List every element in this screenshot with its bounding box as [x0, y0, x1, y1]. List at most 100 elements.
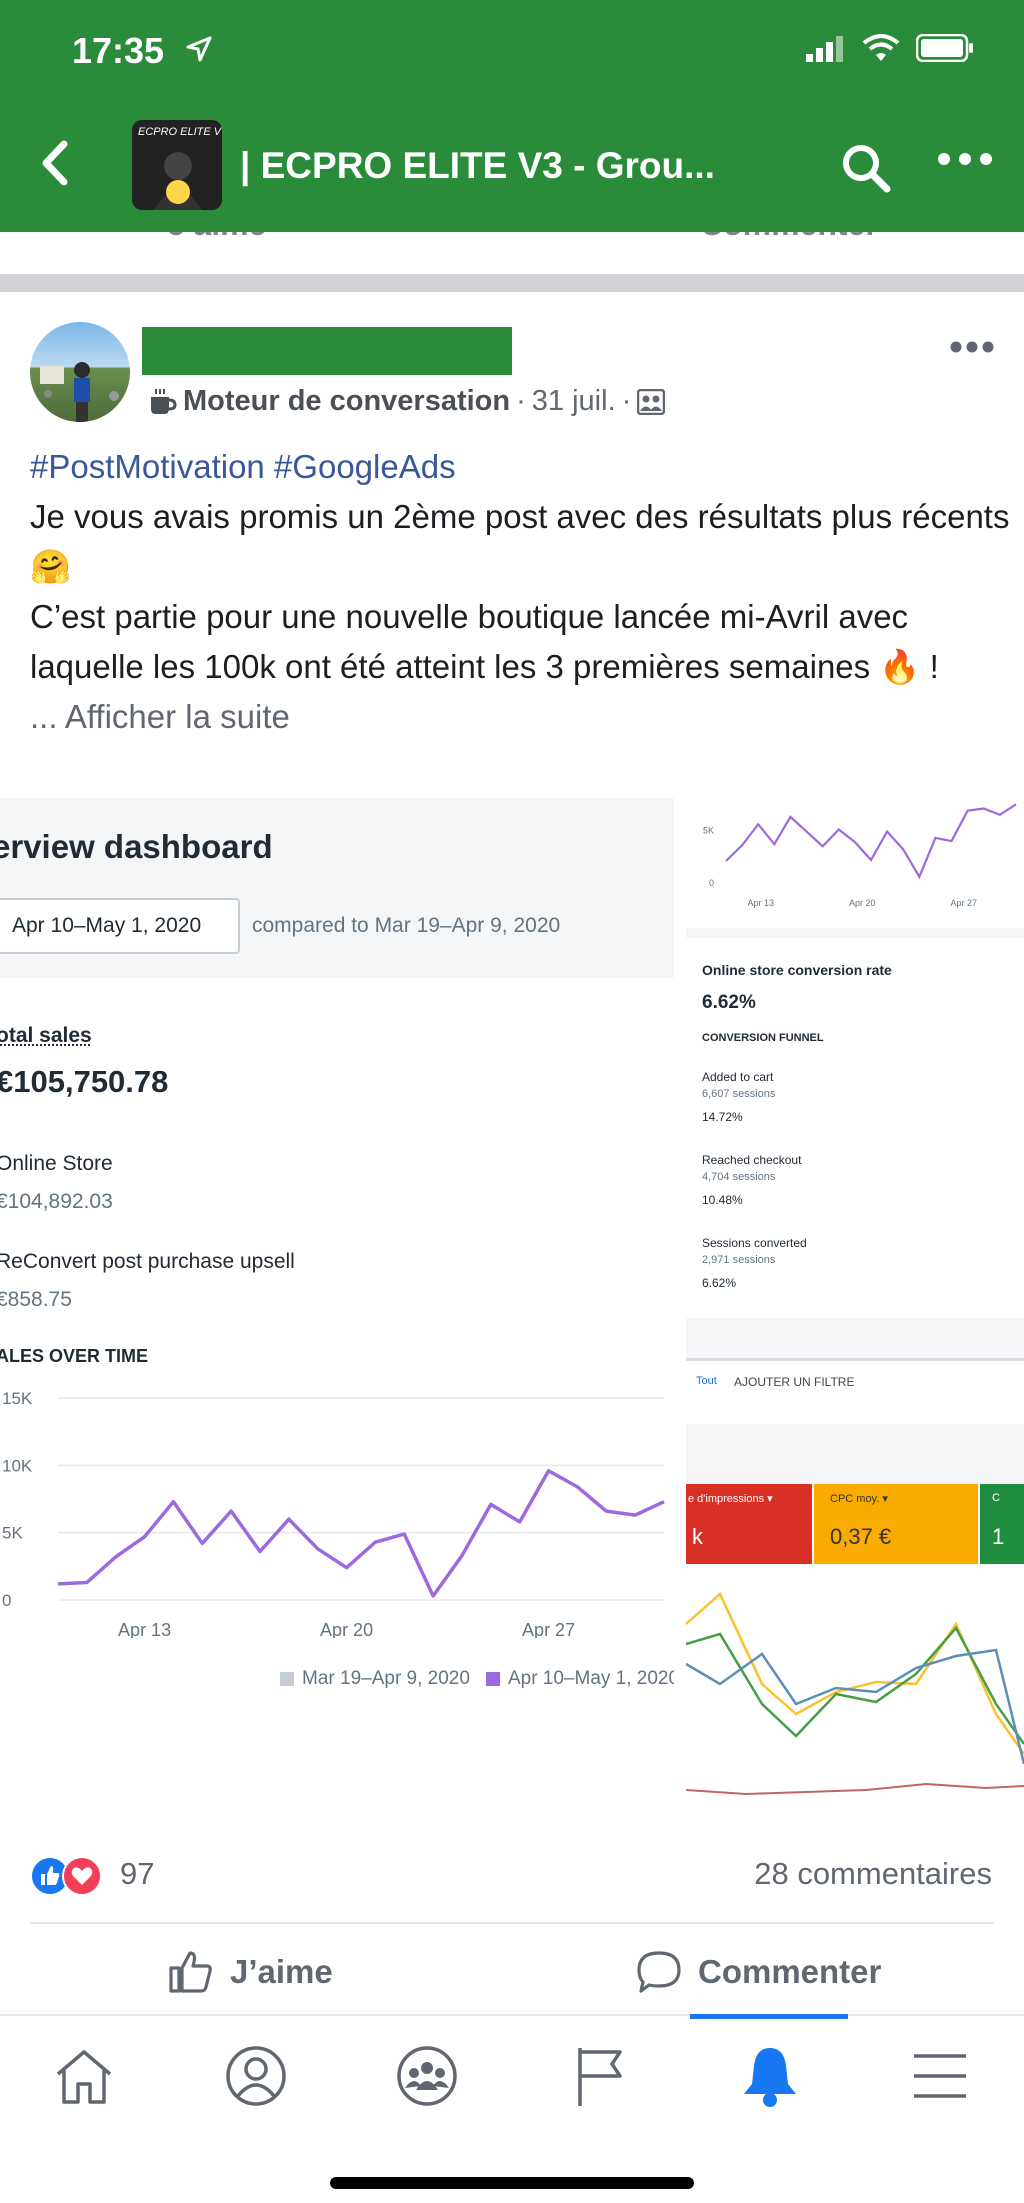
post-body: #PostMotivation #GoogleAds Je vous avais…	[30, 442, 1010, 742]
ads-series-blue	[686, 1648, 1024, 1765]
y-tick-label: 15K	[2, 1389, 33, 1408]
ads-series-yellow	[686, 1591, 1024, 1755]
mini-y-tick-label: 5K	[703, 826, 714, 836]
post-line-2: C’est partie pour une nouvelle boutique …	[30, 598, 939, 685]
signal-icon	[806, 36, 843, 62]
actions-divider	[30, 1922, 994, 1924]
home-icon	[56, 2050, 112, 2104]
legend-prev-label: Mar 19–Apr 9, 2020	[302, 1668, 470, 1689]
active-tab-indicator	[690, 2014, 848, 2019]
x-tick-label: Apr 20	[320, 1620, 373, 1638]
funnel-step-pct: 6.62%	[702, 1276, 737, 1290]
app-header: 17:35 ECPRO ELITE V | ECPRO ELITE V3 - G…	[0, 0, 1024, 232]
reaction-icons[interactable]	[30, 1856, 102, 1896]
post-hashtags[interactable]: #PostMotivation #GoogleAds	[30, 442, 1010, 492]
comment-bubble-icon	[637, 1951, 681, 1993]
reconvert-label: ReConvert post purchase upsell	[0, 1250, 295, 1273]
x-tick-label: Apr 13	[118, 1620, 171, 1638]
third-metric-tile[interactable]: C 1	[980, 1484, 1024, 1564]
tab-home[interactable]	[44, 2036, 124, 2116]
third-metric-value: 1	[992, 1524, 1005, 1549]
sales-over-time-chart: 0 5K 10K 15K Apr 13 Apr 20 Apr 27	[2, 1389, 665, 1638]
previous-post-actions: J'aime Commenter	[0, 232, 1024, 266]
mini-chart-panel: 0 5K Apr 13 Apr 20 Apr 27	[686, 798, 1024, 928]
tab-notifications[interactable]	[730, 2036, 810, 2116]
post-date[interactable]: 31 juil.	[532, 385, 616, 418]
sales-over-time-title: ALES OVER TIME	[0, 1346, 149, 1366]
see-more-link[interactable]: ... Afficher la suite	[30, 692, 1010, 742]
more-options-icon[interactable]	[937, 152, 993, 166]
author-name-redacted	[142, 327, 512, 375]
battery-icon	[916, 34, 973, 62]
bottom-tab-bar	[0, 2014, 1024, 2130]
funnel-step-label: Reached checkout	[702, 1153, 802, 1167]
post-line-1: Je vous avais promis un 2ème post avec d…	[30, 498, 1010, 585]
online-store-value: €104,892.03	[0, 1190, 113, 1213]
funnel-step-pct: 14.72%	[702, 1110, 743, 1124]
tab-pages[interactable]	[560, 2036, 640, 2116]
mini-x-tick-label: Apr 13	[748, 898, 775, 908]
dashboard-header: erview dashboard Apr 10–May 1, 2020 comp…	[0, 798, 674, 978]
impressions-label: e d'impressions ▾	[688, 1493, 773, 1505]
group-audience-icon	[637, 388, 666, 415]
comment-label: Commenter	[698, 1953, 882, 1990]
ads-filter-bar: Tout AJOUTER UN FILTRE	[686, 1358, 1024, 1424]
conversion-title: Online store conversion rate	[702, 962, 892, 978]
tab-groups[interactable]	[387, 2036, 467, 2116]
cpc-tile[interactable]: CPC moy. ▾ 0,37 €	[814, 1484, 978, 1564]
post-source-badge[interactable]: Moteur de conversation	[183, 385, 510, 418]
date-range-box: Apr 10–May 1, 2020	[0, 898, 240, 954]
conversion-card: Online store conversion rate 6.62% CONVE…	[686, 938, 1024, 1318]
funnel-title: CONVERSION FUNNEL	[702, 1032, 824, 1044]
funnel-step-sessions: 6,607 sessions	[702, 1088, 776, 1100]
mini-series-line	[725, 803, 1017, 880]
wifi-icon	[862, 34, 900, 61]
back-arrow-icon[interactable]	[40, 140, 70, 186]
funnel-step-pct: 10.48%	[702, 1193, 743, 1207]
conversion-value: 6.62%	[702, 992, 756, 1013]
comment-button[interactable]: Commenter	[636, 1950, 881, 1994]
impressions-tile[interactable]: e d'impressions ▾ k	[686, 1484, 812, 1564]
status-icons	[806, 34, 974, 62]
groups-icon	[397, 2046, 457, 2106]
comments-count[interactable]: 28 commentaires	[754, 1856, 992, 1892]
like-label: J’aime	[230, 1953, 333, 1990]
y-tick-label: 5K	[2, 1524, 23, 1543]
group-title[interactable]: | ECPRO ELITE V3 - Grou...	[240, 145, 715, 187]
total-sales-value: €105,750.78	[0, 1064, 169, 1099]
total-sales-label: otal sales	[0, 1024, 92, 1047]
bell-icon	[744, 2048, 796, 2107]
ads-image[interactable]: 0 5K Apr 13 Apr 20 Apr 27 Online store conve…	[686, 798, 1024, 1824]
filter-all-tab[interactable]: Tout	[696, 1375, 717, 1387]
previous-like-label: J'aime	[168, 232, 266, 243]
dashboard-image[interactable]: erview dashboard Apr 10–May 1, 2020 comp…	[0, 798, 680, 1824]
cpc-value: 0,37 €	[830, 1524, 892, 1549]
ads-series-red	[686, 1782, 1024, 1796]
group-avatar[interactable]: ECPRO ELITE V	[132, 120, 222, 210]
funnel-step-label: Added to cart	[702, 1070, 774, 1084]
love-reaction-icon	[62, 1856, 102, 1896]
like-button[interactable]: J’aime	[168, 1950, 333, 1994]
post-meta: Moteur de conversation · 31 juil. ·	[147, 385, 666, 418]
tab-profile[interactable]	[216, 2036, 296, 2116]
previous-comment-label: Commenter	[700, 232, 878, 243]
meta-separator: ·	[621, 385, 632, 417]
ads-line-chart	[686, 1564, 1024, 1824]
post-options-icon[interactable]	[950, 340, 994, 354]
location-arrow-icon	[186, 36, 212, 62]
coffee-cup-icon	[151, 388, 177, 414]
add-filter-button[interactable]: AJOUTER UN FILTRE	[734, 1375, 854, 1389]
tab-menu[interactable]	[900, 2036, 980, 2116]
legend-curr-label: Apr 10–May 1, 2020	[507, 1668, 680, 1689]
funnel-step-sessions: 2,971 sessions	[702, 1254, 776, 1266]
compared-text: compared to Mar 19–Apr 9, 2020	[252, 914, 561, 937]
reaction-count[interactable]: 97	[120, 1856, 154, 1892]
funnel-step-label: Sessions converted	[702, 1236, 807, 1250]
ads-metric-tiles: e d'impressions ▾ k CPC moy. ▾ 0,37 € C …	[686, 1484, 1024, 1564]
third-metric-label: C	[992, 1492, 1000, 1504]
cpc-label: CPC moy. ▾	[830, 1493, 888, 1505]
author-avatar[interactable]	[30, 322, 130, 422]
search-icon[interactable]	[840, 142, 892, 194]
profile-icon	[226, 2046, 286, 2106]
x-tick-label: Apr 27	[522, 1620, 575, 1638]
